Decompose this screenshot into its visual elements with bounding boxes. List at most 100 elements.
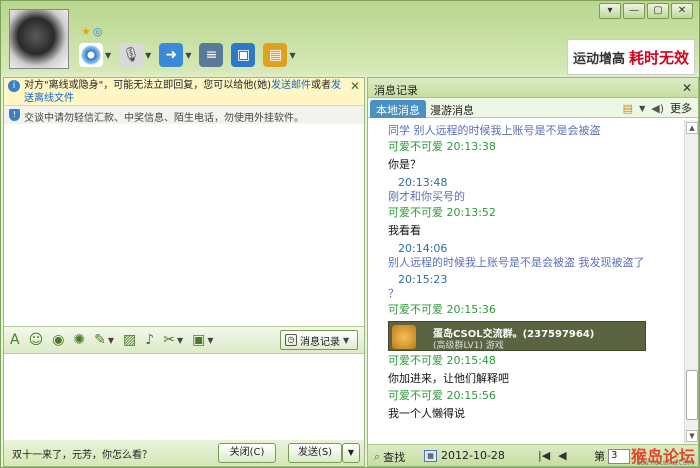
magic-emoji-icon[interactable]: ◉	[52, 332, 64, 348]
maximize-button[interactable]: ▢	[647, 3, 669, 19]
tab-local-messages[interactable]: 本地消息	[370, 100, 426, 118]
chevron-down-icon[interactable]: ▼	[145, 51, 151, 60]
history-title: 消息记录	[374, 84, 418, 97]
watermark-url: BBS.HOUDAO.COM	[636, 460, 693, 467]
prev-page-icon[interactable]: ◀	[558, 449, 566, 462]
menu-button[interactable]: ▾	[599, 3, 621, 19]
doodle-icon[interactable]: ✎	[94, 332, 106, 348]
image-icon[interactable]: ▨	[123, 332, 136, 348]
send-mail-link[interactable]: 发送邮件	[271, 80, 311, 91]
chat-add-icon: ≡	[199, 43, 224, 67]
more-link[interactable]: 更多	[670, 100, 692, 116]
sender-line: 可爱不可爱 20:15:48	[388, 354, 496, 367]
scissors-icon[interactable]: ✂	[163, 332, 175, 348]
send-options-button[interactable]: ▼	[342, 443, 360, 463]
first-page-icon[interactable]: |◀	[538, 449, 550, 462]
minimize-button[interactable]: —	[623, 3, 645, 19]
chat-toolbar: ▼ 🎙 ▼ ➜ ▼ ≡ ▣ ▤ ▼	[79, 41, 296, 69]
page-prefix: 第	[594, 450, 605, 463]
speaker-icon[interactable]: ◀)	[651, 102, 664, 115]
chevron-down-icon[interactable]: ▼	[343, 336, 349, 345]
microphone-icon: 🎙	[119, 43, 144, 67]
outgoing-message: 你是？	[388, 158, 421, 171]
message-display[interactable]	[4, 124, 364, 326]
message-input[interactable]	[4, 354, 364, 440]
date-picker[interactable]: ▦ 2012-10-28	[424, 449, 505, 462]
chevron-down-icon[interactable]: ▼	[185, 51, 191, 60]
chevron-down-icon[interactable]: ▼	[639, 104, 645, 113]
message-record-button[interactable]: ◷ 消息记录 ▼	[280, 330, 358, 350]
watermark: 猴岛论坛 BBS.HOUDAO.COM	[607, 443, 699, 467]
date-value: 2012-10-28	[441, 449, 505, 462]
message-manager-icon[interactable]: ▤	[623, 102, 633, 115]
search-icon: ⌕	[374, 450, 381, 463]
scroll-up-icon[interactable]: ▲	[686, 122, 698, 134]
chat-window: ★ ◎ ▾ — ▢ ✕ ▼ 🎙 ▼ ➜ ▼ ≡ ▣ ▤ ▼ 运动增高 耗时无效 i	[0, 0, 700, 468]
music-icon[interactable]: ♪	[145, 332, 154, 348]
ad-banner[interactable]: 运动增高 耗时无效	[567, 39, 695, 75]
status-icons: ★ ◎	[81, 25, 102, 38]
history-header: 消息记录 ✕	[368, 78, 698, 98]
app-box-icon: ▤	[263, 43, 288, 67]
page-nav: |◀ ◀	[538, 449, 567, 462]
clock-icon: ◷	[285, 334, 297, 346]
message-timestamp: 20:13:48	[398, 176, 448, 189]
send-button[interactable]: 发送(S)	[288, 443, 342, 463]
avatar[interactable]	[9, 9, 69, 69]
message-record-label: 消息记录	[300, 336, 340, 348]
search-button[interactable]: ⌕ 查找	[374, 449, 405, 465]
sender-line: 可爱不可爱 20:15:56	[388, 389, 496, 402]
incoming-message: 同学 别人远程的时候我上账号是不是会被盗	[388, 124, 601, 137]
calendar-icon: ▦	[424, 449, 437, 462]
outgoing-message: 我看看	[388, 224, 421, 237]
chevron-down-icon[interactable]: ▼	[207, 336, 213, 345]
history-pane: 消息记录 ✕ 本地消息 漫游消息 ▤ ▼ ◀) 更多 同学 别人远程的时候我上账号…	[367, 77, 699, 467]
close-icon[interactable]: ✕	[350, 80, 360, 93]
qzone-icon[interactable]: ◎	[93, 25, 103, 38]
close-button[interactable]: 关闭(C)	[218, 443, 276, 463]
message-history-list[interactable]: 同学 别人远程的时候我上账号是不是会被盗 可爱不可爱 20:13:38 你是？ 20:…	[368, 120, 684, 444]
history-tools: ▤ ▼ ◀) 更多	[623, 100, 692, 116]
outgoing-message: 我一个人懒得说	[388, 407, 465, 420]
chat-pane: i 对方"离线或隐身"，可能无法立即回复，您可以给他(她)发送邮件或者发送离线文…	[3, 77, 365, 467]
chevron-down-icon[interactable]: ▼	[105, 51, 111, 60]
search-label: 查找	[383, 451, 406, 464]
safety-text: 交谈中请勿轻信汇款、中奖信息、陌生电话，勿使用外挂软件。	[24, 113, 304, 124]
folder-transfer-icon: ➜	[159, 43, 184, 67]
sender-line: 可爱不可爱 20:13:38	[388, 140, 496, 153]
incoming-message: 别人远程的时候我上账号是不是会被盗 我发现被盗了	[388, 256, 645, 269]
chevron-down-icon[interactable]: ▼	[108, 336, 114, 345]
chevron-down-icon[interactable]: ▼	[289, 51, 295, 60]
bottom-bar: 双十一来了，元芳，你怎么看？ 关闭(C) 发送(S) ▼	[4, 440, 364, 466]
close-icon[interactable]: ✕	[682, 81, 692, 95]
remote-assist-button[interactable]: ▣	[231, 41, 256, 69]
notice-text-or: 或者	[311, 80, 332, 91]
create-chat-button[interactable]: ≡	[199, 41, 224, 69]
incoming-message: 刚才和你买号的	[388, 190, 465, 203]
input-text[interactable]: 双十一来了，元芳，你怎么看？	[12, 446, 152, 461]
format-toolbar: A ☺ ◉ ✺ ✎ ▼ ▨ ♪ ✂ ▼ ▣ ▼ ◷ 消息记录 ▼	[4, 326, 364, 354]
scroll-thumb[interactable]	[686, 370, 698, 420]
notice-text: 对方"离线或隐身"，可能无法立即回复，您可以给他(她)	[24, 80, 272, 91]
app-button[interactable]: ▤ ▼	[263, 41, 296, 69]
tab-roaming-messages[interactable]: 漫游消息	[424, 100, 480, 118]
message-timestamp: 20:14:06	[398, 242, 448, 255]
sender-line: 可爱不可爱 20:13:52	[388, 206, 496, 219]
group-card[interactable]: 蛋岛CSOL交流群。(237597964) (高级群LV1) 游戏	[388, 321, 646, 351]
scroll-down-icon[interactable]: ▼	[686, 430, 698, 442]
chevron-down-icon[interactable]: ▼	[177, 336, 183, 345]
font-icon[interactable]: A	[10, 332, 20, 348]
shield-icon: !	[9, 109, 20, 121]
toolbox-icon[interactable]: ▣	[192, 332, 205, 348]
safety-tip: ! 交谈中请勿轻信汇款、中奖信息、陌生电话，勿使用外挂软件。	[4, 106, 364, 124]
shake-icon[interactable]: ✺	[73, 332, 85, 348]
video-button[interactable]: ▼	[79, 41, 111, 69]
incoming-message: ？	[388, 287, 399, 300]
close-window-button[interactable]: ✕	[671, 3, 693, 19]
info-icon: i	[8, 80, 20, 92]
star-icon: ★	[81, 25, 91, 38]
voice-button[interactable]: 🎙 ▼	[119, 41, 151, 69]
file-transfer-button[interactable]: ➜ ▼	[159, 41, 191, 69]
history-scrollbar[interactable]: ▲ ▼	[684, 120, 698, 444]
emoji-icon[interactable]: ☺	[29, 332, 44, 348]
